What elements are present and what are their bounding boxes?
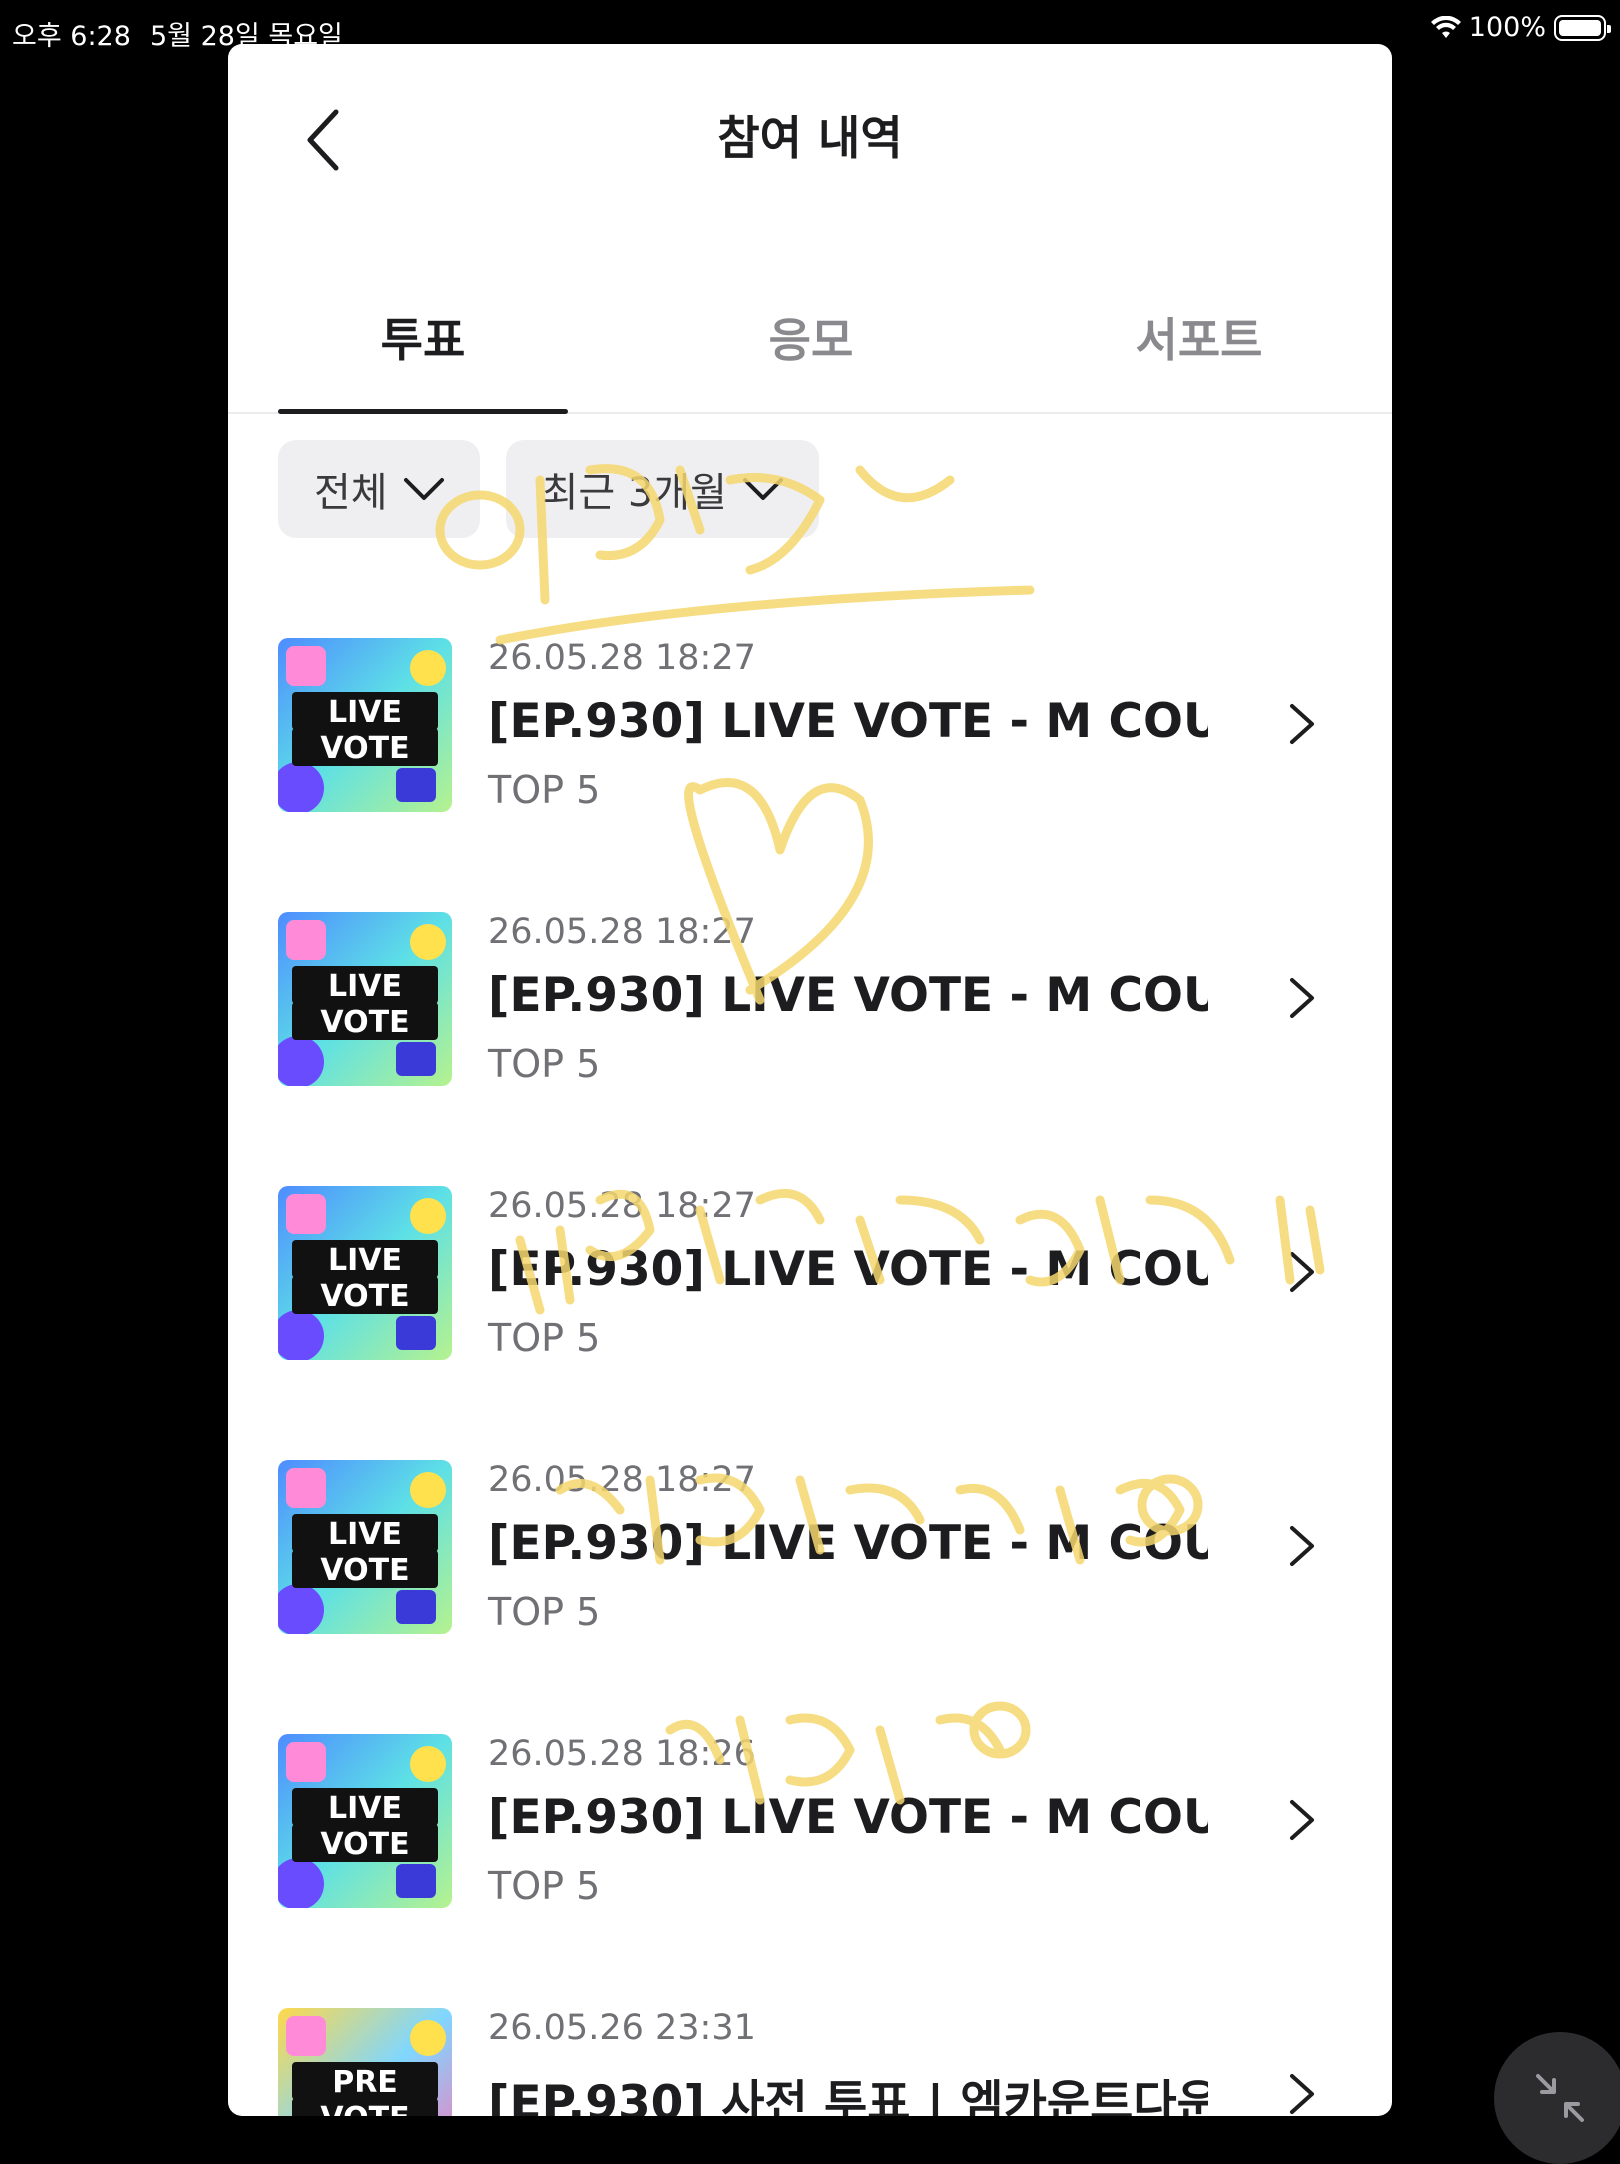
item-title: [EP.930] LIVE VOTE - M COU...: [488, 1516, 1208, 1571]
list-item[interactable]: LIVE VOTE 26.05.28 18:27 [EP.930] LIVE V…: [228, 866, 1392, 1140]
chevron-right-icon: [1290, 704, 1314, 744]
tab-support[interactable]: 서포트: [1054, 304, 1344, 370]
thumb-text-line1: LIVE: [328, 969, 402, 1004]
vote-thumbnail: LIVE VOTE: [278, 1460, 452, 1634]
tab-vote[interactable]: 투표: [278, 304, 568, 370]
history-panel: 참여 내역 투표 응모 서포트 전체 최근 3개월 LIVE VOTE 26.0…: [228, 44, 1392, 2116]
tab-active-indicator: [278, 409, 568, 414]
item-title: [EP.930] LIVE VOTE - M COU...: [488, 694, 1208, 749]
item-date: 26.05.28 18:27: [488, 1460, 756, 1500]
chevron-down-icon: [742, 478, 783, 500]
wifi-icon: [1430, 15, 1461, 38]
item-date: 26.05.28 18:27: [488, 912, 756, 952]
thumb-text-line1: LIVE: [328, 1791, 402, 1826]
header: 참여 내역: [228, 44, 1392, 224]
thumb-text-line2: VOTE: [320, 1827, 409, 1862]
item-subtitle: TOP 5: [488, 1590, 601, 1634]
vote-history-list: LIVE VOTE 26.05.28 18:27 [EP.930] LIVE V…: [228, 592, 1392, 2116]
chevron-right-icon: [1290, 1526, 1314, 1566]
thumb-text-line1: PRE: [332, 2065, 398, 2100]
thumb-text-line1: LIVE: [328, 1243, 402, 1278]
vote-thumbnail: LIVE VOTE: [278, 638, 452, 812]
vote-thumbnail: LIVE VOTE: [278, 1186, 452, 1360]
tab-bar: 투표 응모 서포트: [228, 218, 1392, 414]
thumb-text-line2: VOTE: [320, 1553, 409, 1588]
item-subtitle: TOP 5: [488, 1316, 601, 1360]
filter-period-dropdown[interactable]: 최근 3개월: [505, 440, 819, 538]
tab-apply[interactable]: 응모: [666, 304, 956, 370]
chevron-right-icon: [1290, 2074, 1314, 2114]
item-title: [EP.930] LIVE VOTE - M COU...: [488, 1242, 1208, 1297]
thumb-text-line1: LIVE: [328, 1517, 402, 1552]
battery-percent: 100%: [1468, 12, 1546, 43]
battery-icon: [1554, 14, 1611, 41]
item-date: 26.05.28 18:27: [488, 638, 756, 678]
item-subtitle: TOP 5: [488, 1864, 601, 1908]
thumb-text-line2: VOTE: [320, 1005, 409, 1040]
item-date: 26.05.26 23:31: [488, 2008, 756, 2048]
filter-category-label: 전체: [314, 470, 388, 516]
page-title: 참여 내역: [717, 111, 903, 165]
thumb-text-line2: VOTE: [320, 2101, 409, 2116]
item-title: [EP.930] LIVE VOTE - M COU...: [488, 1790, 1208, 1845]
list-item[interactable]: LIVE VOTE 26.05.28 18:27 [EP.930] LIVE V…: [228, 592, 1392, 866]
chevron-right-icon: [1290, 1252, 1314, 1292]
item-date: 26.05.28 18:27: [488, 1186, 756, 1226]
collapse-icon: [1536, 2074, 1584, 2122]
list-item[interactable]: LIVE VOTE 26.05.28 18:27 [EP.930] LIVE V…: [228, 1140, 1392, 1414]
chevron-down-icon: [403, 478, 444, 500]
collapse-window-button[interactable]: [1494, 2032, 1620, 2164]
status-right: 100%: [1430, 12, 1611, 43]
item-date: 26.05.28 18:26: [488, 1734, 756, 1774]
list-item[interactable]: LIVE VOTE 26.05.28 18:26 [EP.930] LIVE V…: [228, 1688, 1392, 1962]
thumb-text-line2: VOTE: [320, 1279, 409, 1314]
vote-thumbnail: PRE VOTE: [278, 2008, 452, 2116]
chevron-right-icon: [1290, 978, 1314, 1018]
thumb-text-line2: VOTE: [320, 731, 409, 766]
vote-thumbnail: LIVE VOTE: [278, 912, 452, 1086]
item-title: [EP.930] LIVE VOTE - M COU...: [488, 968, 1208, 1023]
filter-bar: 전체 최근 3개월: [278, 440, 819, 538]
filter-period-label: 최근 3개월: [541, 470, 727, 516]
chevron-right-icon: [1290, 1800, 1314, 1840]
item-subtitle: TOP 5: [488, 768, 601, 812]
list-item[interactable]: PRE VOTE 26.05.26 23:31 [EP.930] 사전 투표 |…: [228, 1962, 1392, 2116]
item-title: [EP.930] 사전 투표 | 엠카운트다운: [488, 2076, 1208, 2116]
status-time: 오후 6:28: [12, 21, 131, 52]
thumb-text-line1: LIVE: [328, 695, 402, 730]
item-subtitle: TOP 5: [488, 1042, 601, 1086]
list-item[interactable]: LIVE VOTE 26.05.28 18:27 [EP.930] LIVE V…: [228, 1414, 1392, 1688]
filter-category-dropdown[interactable]: 전체: [278, 440, 480, 538]
vote-thumbnail: LIVE VOTE: [278, 1734, 452, 1908]
